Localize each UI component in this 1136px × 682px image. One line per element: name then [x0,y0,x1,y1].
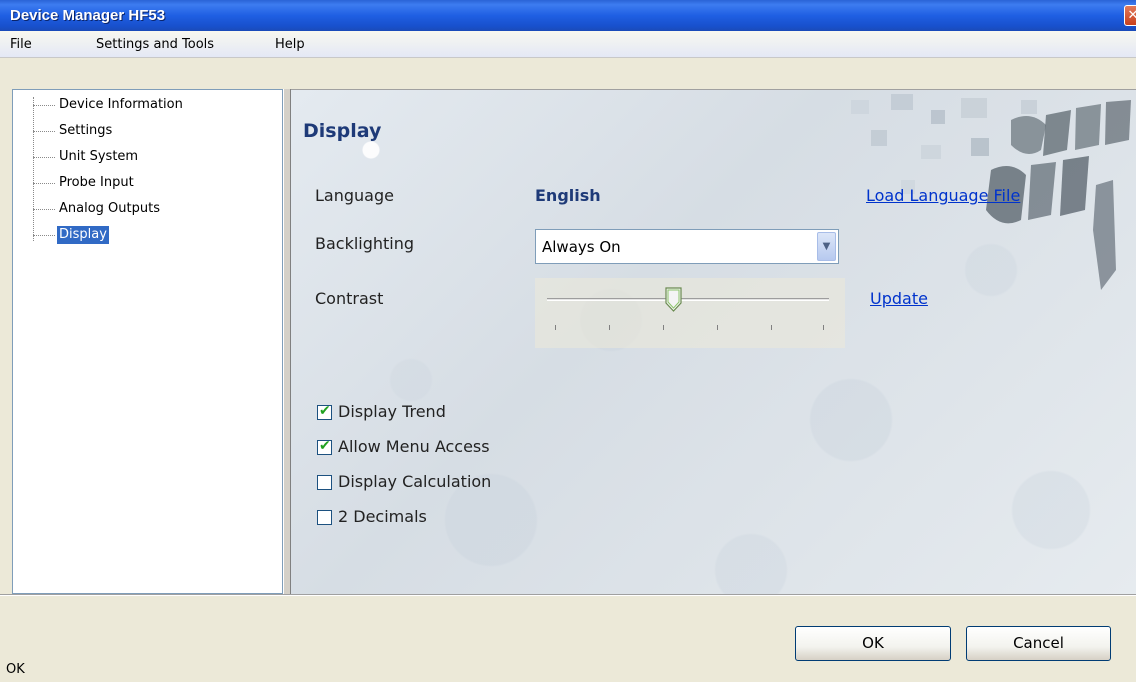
checkmark-icon: ✔ [319,438,331,454]
page-title: Display [303,120,382,142]
load-language-file-link[interactable]: Load Language File [866,186,1020,205]
slider-tick [609,325,610,330]
tree-branch-line [33,183,55,184]
menu-bar: File Settings and Tools Help [0,31,1136,58]
backlighting-label: Backlighting [315,234,415,253]
checkbox-label: 2 Decimals [338,507,427,526]
window-title: Device Manager HF53 [10,7,166,24]
close-icon: ✕ [1127,8,1136,23]
tree-item-label: Probe Input [59,175,134,190]
menu-help[interactable]: Help [275,37,305,52]
dropdown-arrow-button[interactable]: ▼ [817,232,836,261]
tree-item-label: Unit System [59,149,139,164]
display-trend-checkbox[interactable]: ✔ [317,403,332,420]
display-settings-panel: Display Language English Load Language F… [291,89,1136,594]
two-decimals-checkbox[interactable] [317,510,332,525]
checkbox-label: Allow Menu Access [338,437,490,456]
ok-button[interactable]: OK [795,626,951,661]
slider-tick [555,325,556,330]
menu-file[interactable]: File [10,37,32,52]
navigation-tree: Device Information Settings Unit System … [12,89,283,594]
slider-tick [771,325,772,330]
tree-item-label: Device Information [59,97,183,112]
tree-branch-line [33,131,55,132]
checkbox-label: Display Calculation [338,472,492,491]
cancel-button[interactable]: Cancel [966,626,1111,661]
checkbox-label: Display Trend [338,402,446,421]
slider-tick [663,325,664,330]
tree-branch-line [33,157,55,158]
update-link[interactable]: Update [870,289,928,308]
tree-branch-line [33,105,55,106]
menu-settings-and-tools[interactable]: Settings and Tools [96,37,214,52]
close-button[interactable]: ✕ [1124,5,1136,26]
status-bar-text: OK [6,662,25,677]
language-label: Language [315,186,394,205]
language-value: English [535,186,601,205]
bottom-separator [0,594,1136,596]
display-calculation-checkbox[interactable] [317,475,332,490]
tree-branch-line [33,235,55,236]
backlighting-selected-value: Always On [542,238,621,256]
slider-track [547,298,829,301]
tree-connector-line [33,97,34,241]
allow-menu-access-checkbox[interactable]: ✔ [317,438,332,455]
contrast-slider[interactable] [535,278,845,348]
slider-tick [717,325,718,330]
checkmark-icon: ✔ [319,403,331,419]
tree-item-label: Analog Outputs [59,201,160,216]
chevron-down-icon: ▼ [822,241,831,252]
backlighting-select[interactable]: Always On ▼ [535,229,839,264]
title-bar[interactable]: Device Manager HF53 ✕ [0,0,1136,31]
tree-item-label: Settings [59,123,113,138]
tree-item-label: Display [57,226,109,244]
contrast-label: Contrast [315,289,384,308]
panel-splitter[interactable] [283,89,291,594]
slider-thumb[interactable] [665,287,682,312]
slider-tick [823,325,824,330]
tree-branch-line [33,209,55,210]
